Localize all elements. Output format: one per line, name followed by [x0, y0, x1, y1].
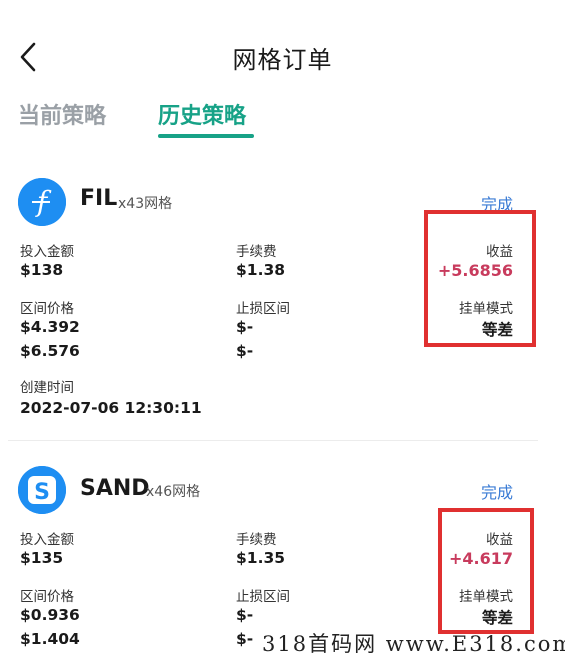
stop-loss-low-value: $-	[236, 318, 254, 336]
fee-value: $1.38	[236, 261, 286, 279]
stop-loss-high-value: $-	[236, 630, 254, 648]
invest-label: 投入金额	[20, 244, 74, 260]
tab-current-strategies[interactable]: 当前策略	[18, 98, 106, 130]
range-high-value: $6.576	[20, 342, 80, 360]
tab-history-strategies[interactable]: 历史策略	[158, 98, 246, 130]
sandbox-icon: S	[18, 466, 66, 514]
grid-count: x43网格	[118, 196, 173, 212]
fee-label: 手续费	[236, 244, 277, 260]
active-tab-indicator	[158, 134, 254, 138]
highlight-box	[424, 210, 536, 347]
highlight-box	[438, 508, 534, 634]
coin-name: SAND	[80, 476, 150, 501]
range-low-value: $0.936	[20, 606, 80, 624]
fee-value: $1.35	[236, 549, 286, 567]
range-label: 区间价格	[20, 589, 74, 605]
order-card[interactable]: f FIL x43网格 完成 投入金额 $138 手续费 $1.38 收益 +5…	[0, 168, 565, 440]
order-card[interactable]: S SAND x46网格 完成 投入金额 $135 手续费 $1.35 收益 +…	[0, 456, 565, 656]
svg-text:S: S	[34, 480, 50, 505]
tab-bar: 当前策略 历史策略	[0, 98, 565, 146]
grid-count: x46网格	[146, 484, 201, 500]
stop-loss-label: 止损区间	[236, 301, 290, 317]
divider	[8, 440, 538, 441]
created-time-label: 创建时间	[20, 380, 74, 396]
page-title: 网格订单	[232, 46, 333, 74]
invest-value: $138	[20, 261, 64, 279]
fee-label: 手续费	[236, 532, 277, 548]
status-label[interactable]: 完成	[481, 479, 513, 503]
range-label: 区间价格	[20, 301, 74, 317]
watermark-text: 318首码网 www.E318.com	[262, 632, 565, 656]
stop-loss-high-value: $-	[236, 342, 254, 360]
range-high-value: $1.404	[20, 630, 80, 648]
created-time-value: 2022-07-06 12:30:11	[20, 399, 202, 417]
invest-label: 投入金额	[20, 532, 74, 548]
filecoin-icon: f	[18, 178, 66, 226]
stop-loss-low-value: $-	[236, 606, 254, 624]
range-low-value: $4.392	[20, 318, 80, 336]
stop-loss-label: 止损区间	[236, 589, 290, 605]
header: 网格订单	[0, 0, 565, 100]
invest-value: $135	[20, 549, 64, 567]
coin-name: FIL	[80, 186, 118, 211]
